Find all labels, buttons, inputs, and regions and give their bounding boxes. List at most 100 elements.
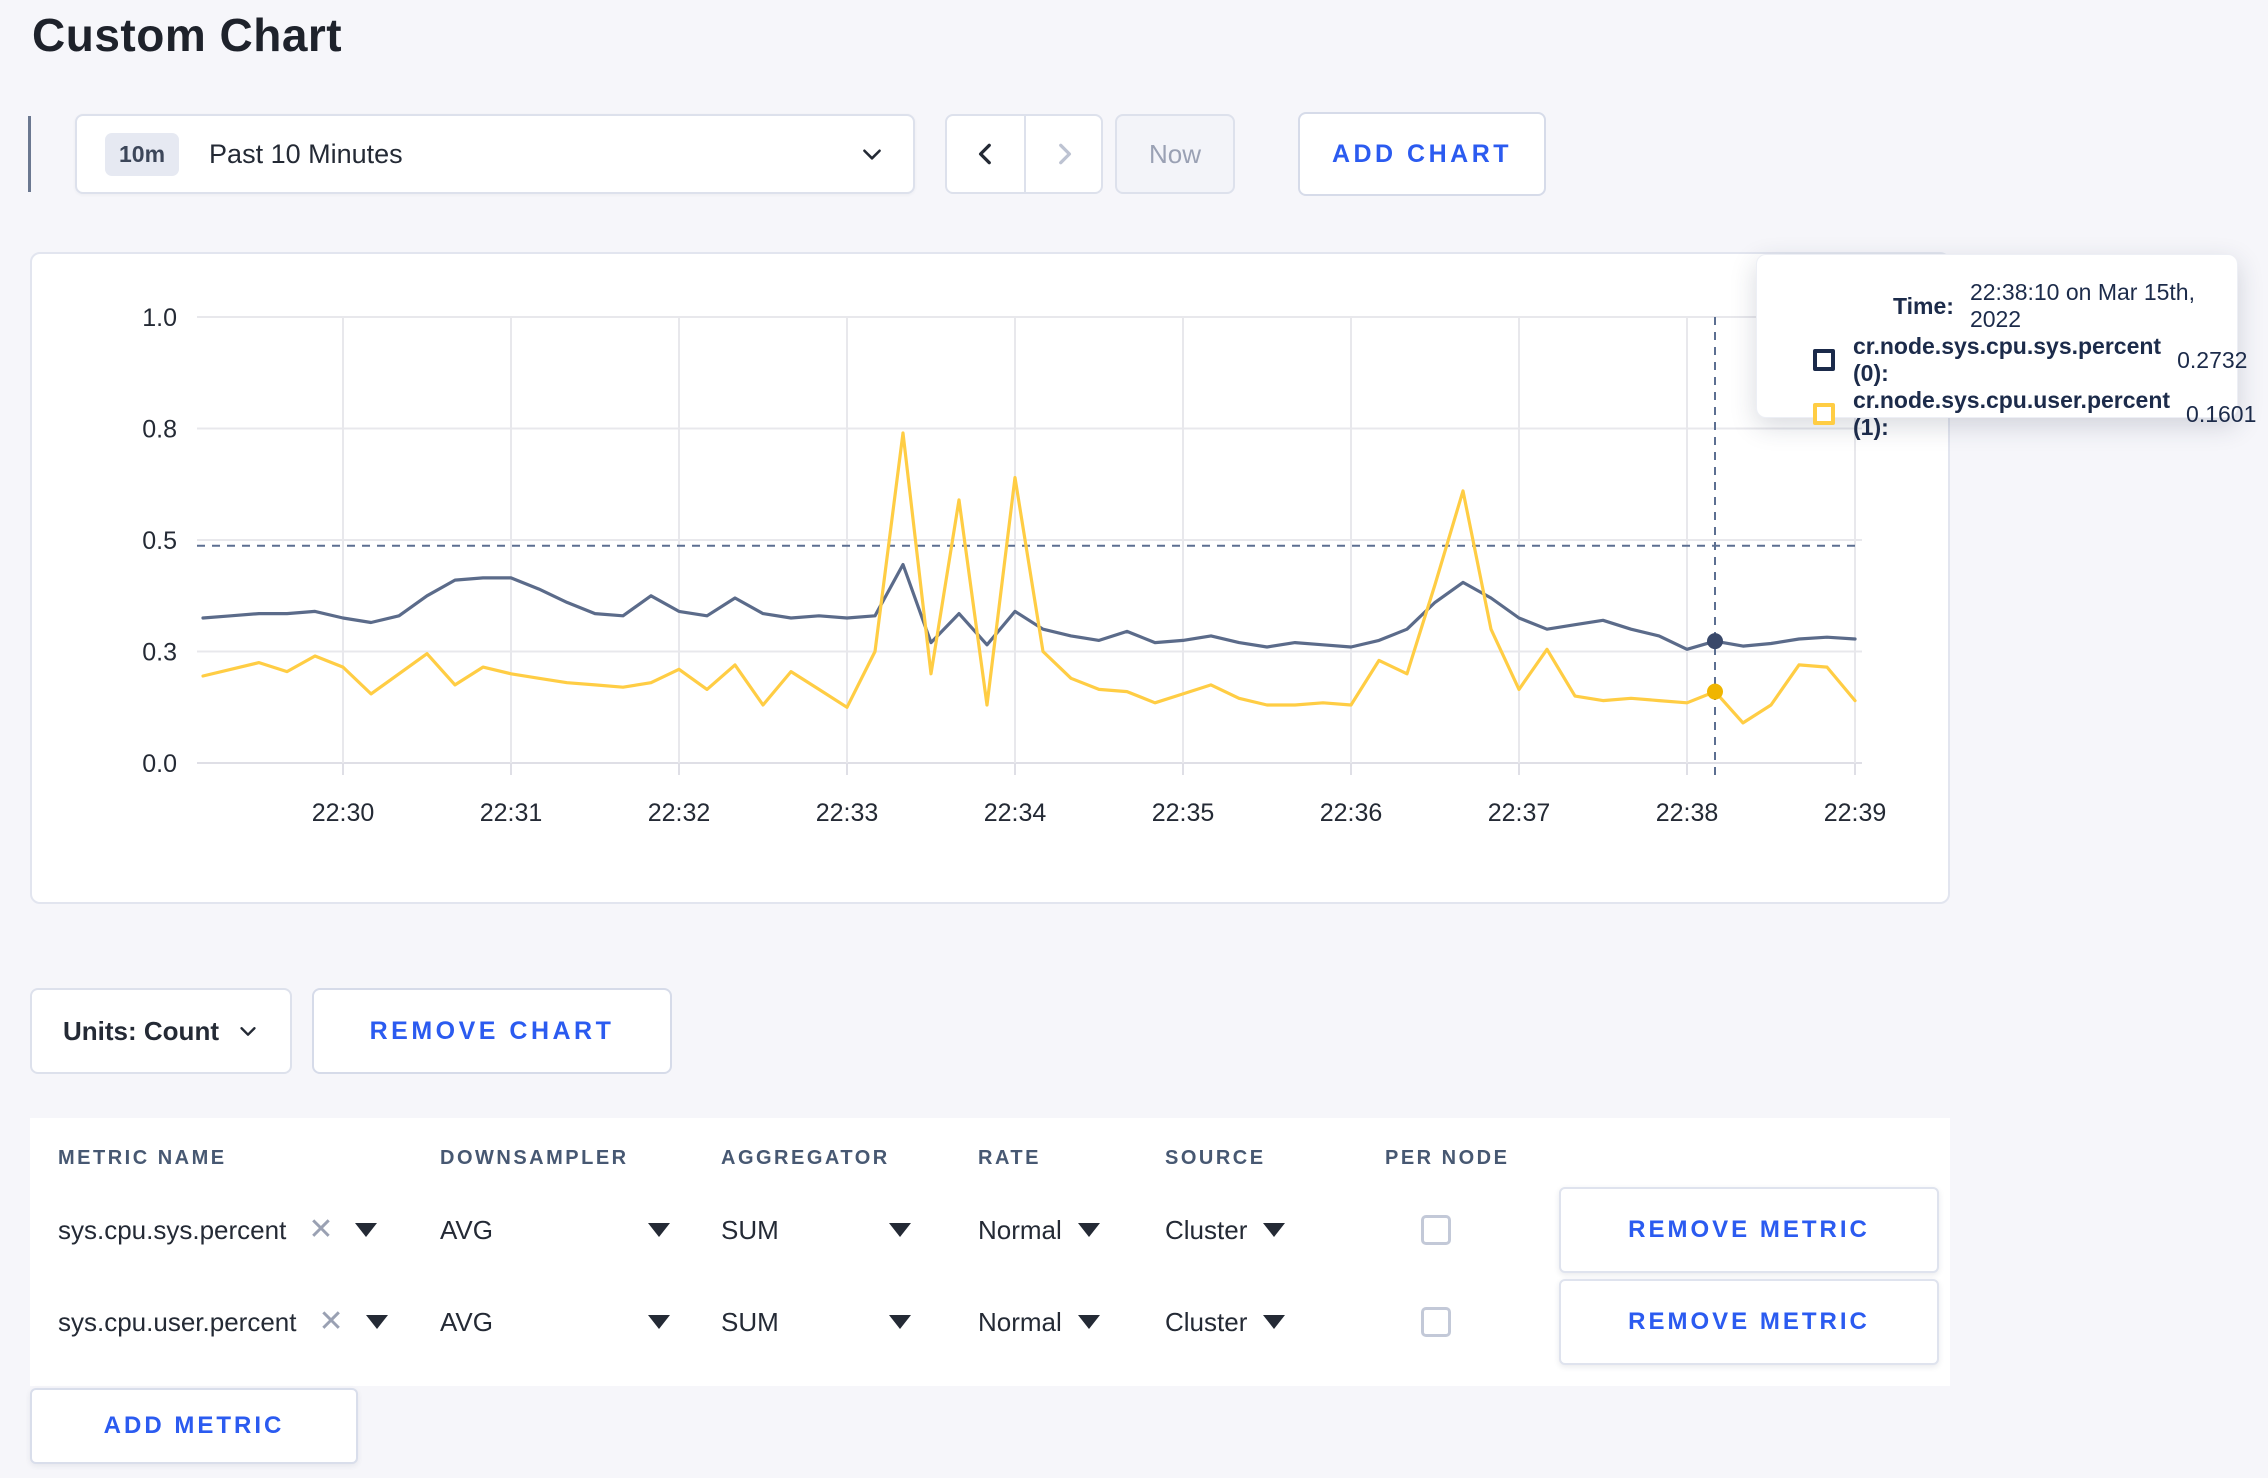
remove-metric-button[interactable]: REMOVE METRIC	[1559, 1187, 1939, 1273]
col-header-rate: RATE	[978, 1146, 1041, 1169]
now-button-label: Now	[1148, 138, 1201, 169]
source-select[interactable]: Cluster	[1165, 1306, 1286, 1338]
add-chart-button[interactable]: ADD CHART	[1298, 112, 1546, 196]
metrics-table: METRIC NAME DOWNSAMPLER AGGREGATOR RATE …	[30, 1118, 1950, 1386]
svg-text:22:39: 22:39	[1824, 799, 1887, 827]
caret-down-icon	[648, 1315, 670, 1329]
svg-text:22:34: 22:34	[984, 799, 1047, 827]
per-node-checkbox[interactable]	[1421, 1307, 1451, 1337]
rate-select[interactable]: Normal	[978, 1307, 1100, 1338]
caret-down-icon	[889, 1223, 911, 1237]
rate-select[interactable]: Normal	[978, 1215, 1100, 1246]
time-back-button[interactable]	[947, 116, 1024, 192]
metric-name-value: sys.cpu.sys.percent	[58, 1214, 287, 1245]
metric-name-select[interactable]: sys.cpu.sys.percent ✕	[58, 1215, 440, 1246]
source-value: Cluster	[1165, 1214, 1248, 1245]
units-label: Units: Count	[63, 1015, 219, 1046]
rate-value: Normal	[978, 1306, 1062, 1337]
col-header-downsampler: DOWNSAMPLER	[440, 1146, 629, 1169]
source-value: Cluster	[1165, 1306, 1248, 1337]
caret-down-icon	[1263, 1223, 1286, 1237]
aggregator-value: SUM	[721, 1214, 779, 1245]
now-button[interactable]: Now	[1115, 114, 1235, 194]
chevron-right-icon	[1058, 143, 1071, 165]
metrics-table-header: METRIC NAME DOWNSAMPLER AGGREGATOR RATE …	[30, 1118, 1950, 1184]
metric-name-value: sys.cpu.user.percent	[58, 1306, 297, 1337]
remove-metric-label: REMOVE METRIC	[1628, 1216, 1870, 1243]
source-select[interactable]: Cluster	[1165, 1214, 1286, 1246]
svg-text:22:30: 22:30	[312, 799, 375, 827]
chart-card: 1.0 0.8 0.5 0.3 0.0 22:30 22:31 22:32 22:33 22:34…	[30, 252, 1950, 904]
svg-text:22:33: 22:33	[816, 799, 879, 827]
page-title: Custom Chart	[32, 9, 343, 61]
downsampler-select[interactable]: AVG	[440, 1307, 670, 1338]
tooltip-series-row: cr.node.sys.cpu.user.percent (1): 0.1601	[1813, 387, 2256, 441]
table-row: sys.cpu.user.percent ✕ AVG SUM Normal Cl…	[30, 1276, 1950, 1368]
svg-text:22:35: 22:35	[1152, 799, 1215, 827]
col-header-per-node: PER NODE	[1385, 1146, 1510, 1169]
svg-text:22:36: 22:36	[1320, 799, 1383, 827]
caret-down-icon	[889, 1315, 911, 1329]
rate-value: Normal	[978, 1214, 1062, 1245]
svg-text:0.8: 0.8	[142, 416, 177, 444]
tooltip-series-row: cr.node.sys.cpu.sys.percent (0): 0.2732	[1813, 333, 2247, 387]
aggregator-select[interactable]: SUM	[721, 1307, 911, 1338]
aggregator-value: SUM	[721, 1306, 779, 1337]
time-range-label: Past 10 Minutes	[209, 138, 403, 169]
remove-metric-label: REMOVE METRIC	[1628, 1308, 1870, 1335]
tooltip-series-label: cr.node.sys.cpu.user.percent (1):	[1853, 387, 2171, 440]
user-series-swatch-icon	[1813, 403, 1835, 425]
time-forward-button[interactable]	[1024, 116, 1101, 192]
chart-tooltip: Time: 22:38:10 on Mar 15th, 2022 cr.node…	[1756, 254, 2256, 440]
col-header-aggregator: AGGREGATOR	[721, 1146, 890, 1169]
add-chart-label: ADD CHART	[1331, 139, 1513, 168]
svg-text:0.5: 0.5	[142, 527, 177, 555]
chevron-down-icon	[240, 1027, 256, 1036]
time-range-badge: 10m	[105, 132, 180, 176]
clear-metric-icon[interactable]: ✕	[318, 1307, 343, 1337]
table-row: sys.cpu.sys.percent ✕ AVG SUM Normal Clu…	[30, 1184, 1950, 1276]
svg-text:22:32: 22:32	[648, 799, 711, 827]
timeseries-chart[interactable]: 1.0 0.8 0.5 0.3 0.0 22:30 22:31 22:32 22:33 22:34…	[32, 254, 1948, 902]
downsampler-select[interactable]: AVG	[440, 1215, 670, 1246]
svg-text:1.0: 1.0	[142, 304, 177, 332]
svg-text:22:31: 22:31	[480, 799, 543, 827]
caret-down-icon	[355, 1223, 378, 1237]
sys-series-swatch-icon	[1813, 349, 1835, 371]
remove-chart-button[interactable]: REMOVE CHART	[312, 988, 672, 1074]
add-metric-label: ADD METRIC	[103, 1412, 285, 1439]
per-node-checkbox[interactable]	[1421, 1215, 1451, 1245]
caret-down-icon	[648, 1223, 670, 1237]
remove-chart-label: REMOVE CHART	[369, 1016, 615, 1045]
toolbar-divider	[28, 116, 31, 192]
tooltip-time-label: Time:	[1893, 292, 1954, 319]
tooltip-time-value: 22:38:10 on Mar 15th, 2022	[1969, 279, 2195, 332]
caret-down-icon	[1263, 1315, 1286, 1329]
col-header-metric-name: METRIC NAME	[58, 1146, 227, 1169]
toolbar: 10m Past 10 Minutes Now ADD CHART	[28, 112, 2228, 196]
metric-name-select[interactable]: sys.cpu.user.percent ✕	[58, 1307, 440, 1338]
downsampler-value: AVG	[440, 1214, 493, 1245]
svg-text:22:37: 22:37	[1488, 799, 1551, 827]
svg-text:0.3: 0.3	[142, 639, 177, 667]
caret-down-icon	[365, 1315, 388, 1329]
aggregator-select[interactable]: SUM	[721, 1215, 911, 1246]
tooltip-series-label: cr.node.sys.cpu.sys.percent (0):	[1853, 333, 2162, 386]
caret-down-icon	[1077, 1223, 1100, 1237]
time-nav-group	[945, 114, 1103, 194]
svg-text:22:38: 22:38	[1656, 799, 1719, 827]
caret-down-icon	[1077, 1315, 1100, 1329]
tooltip-series-value: 0.2732	[2177, 346, 2248, 373]
chevron-left-icon	[978, 143, 991, 165]
units-dropdown[interactable]: Units: Count	[30, 988, 292, 1074]
remove-metric-button[interactable]: REMOVE METRIC	[1559, 1279, 1939, 1365]
downsampler-value: AVG	[440, 1306, 493, 1337]
add-metric-button[interactable]: ADD METRIC	[30, 1388, 358, 1464]
tooltip-time-row: Time: 22:38:10 on Mar 15th, 2022	[1813, 279, 2207, 333]
svg-text:0.0: 0.0	[142, 750, 177, 778]
time-range-dropdown[interactable]: 10m Past 10 Minutes	[75, 114, 915, 194]
clear-metric-icon[interactable]: ✕	[308, 1215, 333, 1245]
col-header-source: SOURCE	[1165, 1146, 1266, 1169]
chevron-down-icon	[863, 149, 881, 160]
tooltip-series-value: 0.1601	[2186, 400, 2257, 427]
